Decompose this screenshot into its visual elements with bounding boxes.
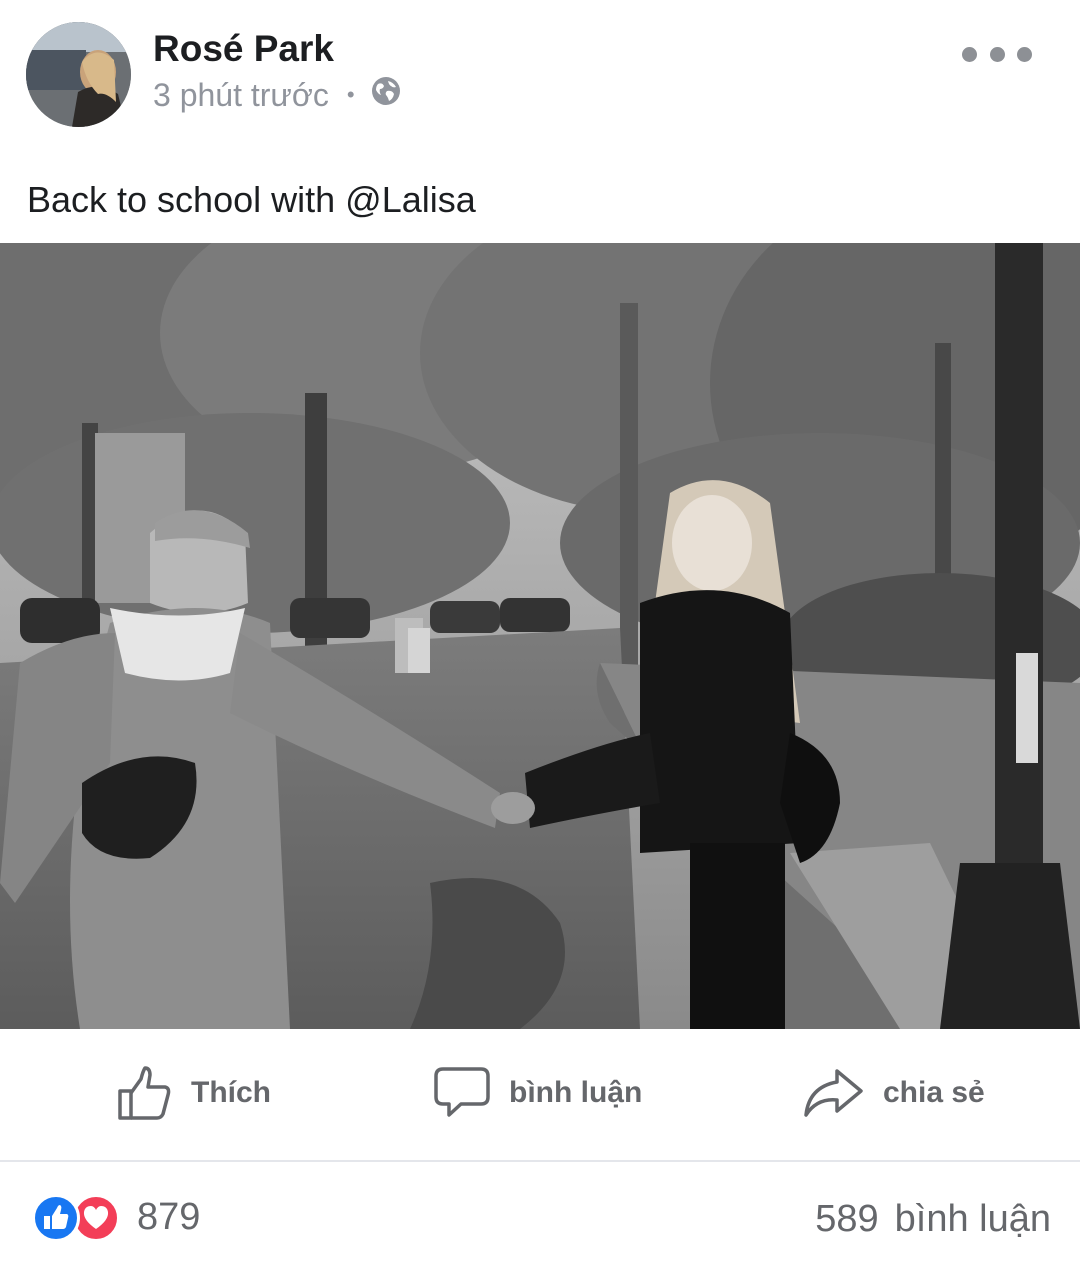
- like-label: Thích: [191, 1076, 271, 1109]
- post-meta: 3 phút trước •: [153, 76, 401, 114]
- dot: [989, 46, 1005, 62]
- comment-label: bình luận: [509, 1076, 643, 1109]
- post-time[interactable]: 3 phút trước: [153, 77, 329, 114]
- post-header: Rosé Park 3 phút trước •: [0, 0, 1080, 150]
- globe-icon[interactable]: [371, 76, 401, 114]
- reaction-count[interactable]: 879: [137, 1196, 200, 1239]
- photo-scene: [0, 243, 1080, 1029]
- more-options-icon[interactable]: [962, 38, 1032, 70]
- like-button[interactable]: Thích: [117, 1061, 271, 1125]
- post-photo[interactable]: [0, 243, 1080, 1029]
- share-label: chia sẻ: [883, 1076, 985, 1109]
- author-name[interactable]: Rosé Park: [153, 28, 334, 70]
- comment-count-label: bình luận: [894, 1198, 1051, 1240]
- share-arrow-icon: [804, 1069, 863, 1117]
- thumbs-up-icon: [118, 1066, 171, 1120]
- dot: [1017, 46, 1032, 62]
- like-reaction-icon: [32, 1194, 80, 1242]
- comment-count-link[interactable]: 589 bình luận: [815, 1198, 1051, 1241]
- avatar-photo: [26, 22, 131, 127]
- reaction-icons[interactable]: [32, 1194, 124, 1244]
- post-caption: Back to school with @Lalisa: [27, 179, 476, 220]
- dot: [962, 46, 977, 62]
- comment-button[interactable]: bình luận: [433, 1061, 642, 1125]
- speech-bubble-icon: [434, 1067, 490, 1117]
- separator-dot: •: [346, 82, 355, 107]
- avatar[interactable]: [26, 22, 131, 127]
- post-actions: Thích bình luận chia sẻ: [0, 1029, 1080, 1159]
- comment-count: 589: [815, 1198, 879, 1240]
- post-stats: 879 589 bình luận: [0, 1162, 1080, 1273]
- share-button[interactable]: chia sẻ: [803, 1061, 985, 1125]
